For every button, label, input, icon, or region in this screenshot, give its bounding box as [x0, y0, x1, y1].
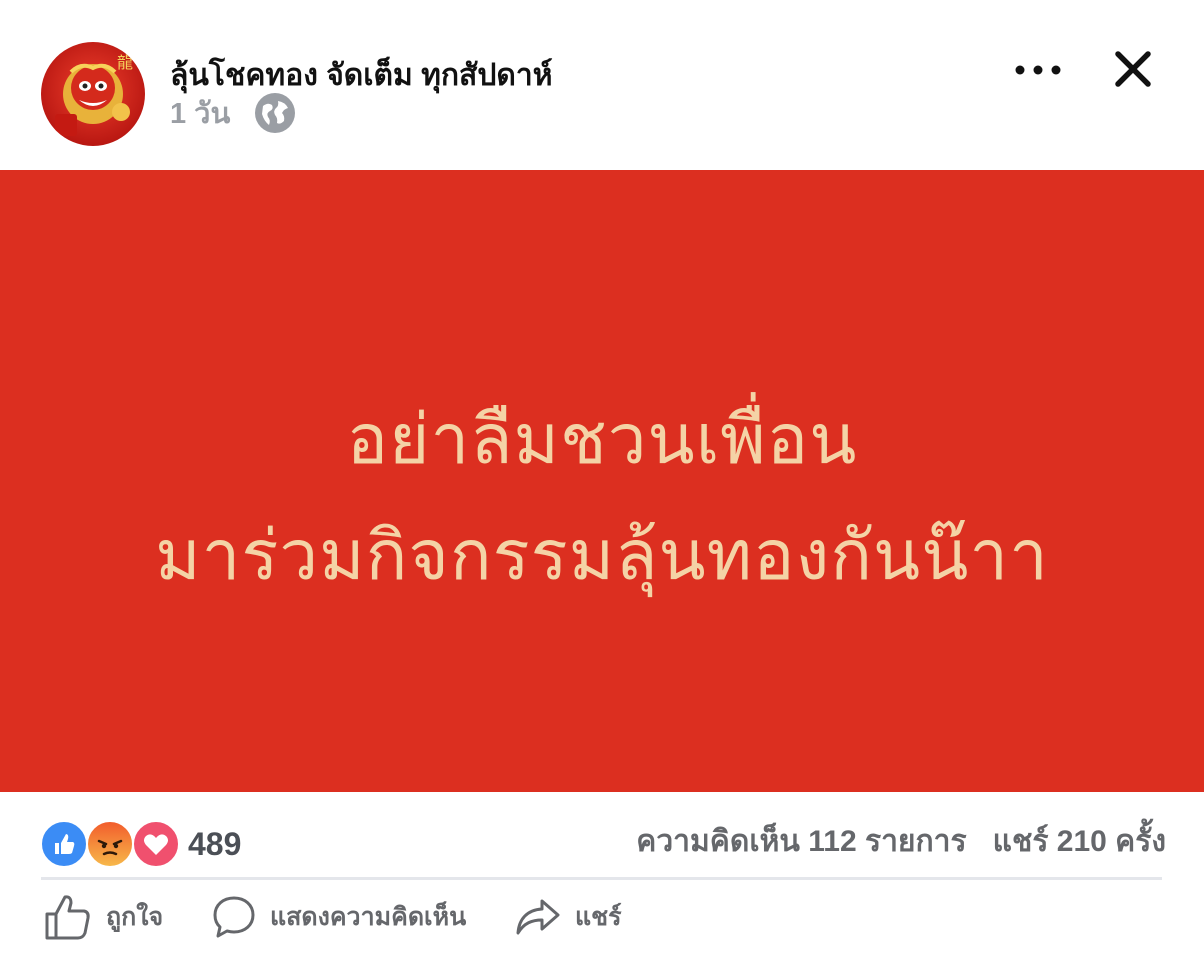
- angry-icon: [86, 820, 134, 868]
- comment-icon: [213, 896, 255, 938]
- page-avatar[interactable]: 龍: [41, 42, 145, 146]
- share-button[interactable]: แชร์: [515, 889, 622, 945]
- more-options-button[interactable]: [1010, 55, 1066, 85]
- post-time[interactable]: 1 วัน: [170, 90, 230, 136]
- love-icon: [132, 820, 180, 868]
- comment-label: แสดงความคิดเห็น: [270, 903, 467, 931]
- post-image[interactable]: อย่าลืมชวนเพื่อน มาร่วมกิจกรรมลุ้นทองกัน…: [0, 170, 1204, 792]
- like-icon: [40, 820, 88, 868]
- share-icon: [516, 899, 560, 935]
- share-label: แชร์: [575, 903, 622, 931]
- comments-count[interactable]: ความคิดเห็น 112 รายการ: [636, 818, 966, 865]
- post-image-line-1: อย่าลืมชวนเพื่อน: [346, 401, 858, 478]
- more-options-icon: [1015, 65, 1061, 75]
- post-actions: ถูกใจ แสดงความคิดเห็น แชร์: [0, 883, 1204, 953]
- like-button[interactable]: ถูกใจ: [44, 889, 163, 945]
- close-button[interactable]: [1108, 46, 1158, 94]
- divider: [41, 877, 1162, 880]
- svg-text:龍: 龍: [117, 53, 133, 72]
- reactions-summary[interactable]: 489: [40, 820, 241, 868]
- post-image-text: อย่าลืมชวนเพื่อน มาร่วมกิจกรรมลุ้นทองกัน…: [0, 382, 1204, 614]
- shares-count[interactable]: แชร์ 210 ครั้ง: [993, 818, 1166, 865]
- comment-button[interactable]: แสดงความคิดเห็น: [212, 889, 466, 945]
- post-stats: ความคิดเห็น 112 รายการ แชร์ 210 ครั้ง: [636, 818, 1166, 865]
- post-meta: 1 วัน: [170, 92, 296, 134]
- globe-icon: [255, 93, 296, 133]
- post-header: 龍 ลุ้นโชคทอง จัดเต็ม ทุกสัปดาห์ 1 วัน: [0, 0, 1204, 170]
- post-image-line-2: มาร่วมกิจกรรมลุ้นทองกันน๊าา: [155, 517, 1049, 594]
- thumbs-up-icon: [45, 895, 90, 940]
- close-icon: [1115, 51, 1151, 87]
- reaction-count: 489: [188, 825, 242, 862]
- like-label: ถูกใจ: [106, 903, 164, 931]
